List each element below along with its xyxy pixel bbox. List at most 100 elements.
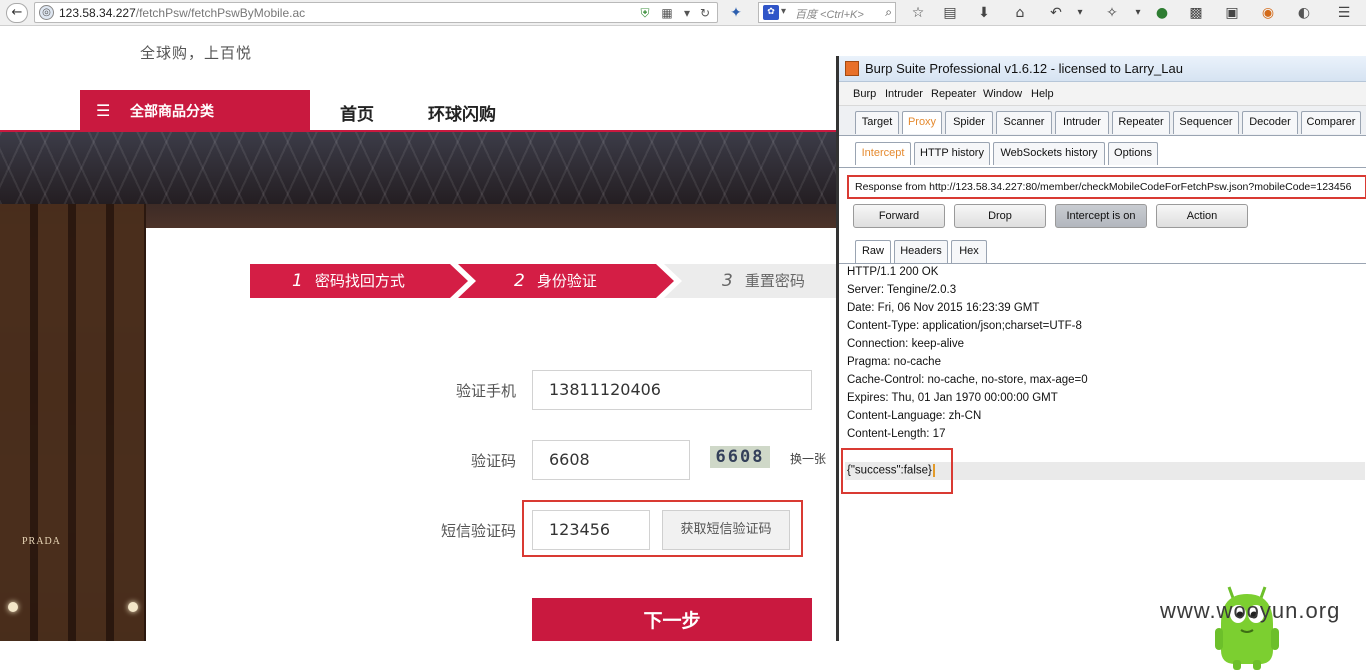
tab-proxy[interactable]: Proxy [902, 111, 942, 134]
tab-decoder[interactable]: Decoder [1242, 111, 1298, 134]
tab-headers[interactable]: Headers [894, 240, 948, 263]
firebug-icon[interactable]: ◉ [1258, 3, 1278, 23]
qr-addon-icon[interactable]: ▩ [1186, 3, 1206, 23]
slogan: 全球购，上百悦 [140, 44, 253, 62]
menu-burp[interactable]: Burp [853, 88, 876, 100]
step-2-label: 身份验证 [536, 272, 597, 290]
tab-raw[interactable]: Raw [855, 240, 891, 263]
paw-icon[interactable]: ✿ [763, 5, 779, 20]
step-3-label: 重置密码 [744, 272, 805, 290]
menu-window[interactable]: Window [983, 88, 1022, 100]
burp-title-bar: Burp Suite Professional v1.6.12 - licens… [839, 56, 1366, 82]
back-arrow-icon[interactable]: ← [6, 3, 28, 23]
burp-window-title: Burp Suite Professional v1.6.12 - licens… [865, 61, 1183, 76]
response-line: HTTP/1.1 200 OK [847, 266, 939, 278]
category-menu-button[interactable]: ☰ 全部商品分类 [80, 90, 310, 130]
screen-icon[interactable]: ▣ [1222, 3, 1242, 23]
dropdown-arrow-icon[interactable]: ▾ [1070, 3, 1090, 23]
puzzle-icon[interactable]: ✧ [1102, 3, 1122, 23]
next-step-button[interactable]: 下一步 [532, 598, 812, 641]
dropdown-arrow-icon[interactable]: ▾ [679, 5, 695, 21]
response-source-url: Response from http://123.58.34.227:80/me… [847, 175, 1366, 199]
response-line: Content-Language: zh-CN [847, 410, 982, 422]
nav-flash-sale-link[interactable]: 环球闪购 [428, 100, 496, 125]
home-icon[interactable]: ⌂ [1010, 3, 1030, 23]
phone-label: 验证手机 [455, 382, 516, 400]
tab-spider[interactable]: Spider [945, 111, 993, 134]
tab-hex[interactable]: Hex [951, 240, 987, 263]
watermark: www.wooyun.org [1160, 598, 1341, 623]
response-line: Connection: keep-alive [847, 338, 964, 350]
tab-websockets-history[interactable]: WebSockets history [993, 142, 1105, 165]
download-icon[interactable]: ⬇ [974, 3, 994, 23]
burp-logo-icon [845, 61, 859, 76]
drop-button[interactable]: Drop [954, 204, 1046, 228]
captcha-refresh-link[interactable]: 换一张 [790, 450, 826, 467]
response-line: Content-Length: 17 [847, 428, 946, 440]
bird-icon[interactable]: ✦ [726, 3, 746, 23]
burp-suite-window: Burp Suite Professional v1.6.12 - licens… [836, 56, 1366, 670]
address-bar[interactable]: ◎ 123.58.34.227/fetchPsw/fetchPswByMobil… [34, 2, 718, 23]
store-sign: PRADA [22, 536, 61, 547]
tab-http-history[interactable]: HTTP history [914, 142, 990, 165]
step-1-label: 密码找回方式 [314, 272, 405, 290]
tab-comparer[interactable]: Comparer [1301, 111, 1361, 134]
tab-intercept[interactable]: Intercept [855, 142, 911, 165]
step-2-number: 2 [514, 271, 525, 291]
browser-toolbar: ← ◎ 123.58.34.227/fetchPsw/fetchPswByMob… [0, 0, 1366, 26]
reload-icon[interactable]: ↻ [697, 5, 713, 21]
sms-code-label: 短信验证码 [440, 522, 516, 540]
tab-scanner[interactable]: Scanner [996, 111, 1052, 134]
step-1: 1 密码找回方式 [250, 264, 468, 298]
captcha-image[interactable]: 6608 [710, 446, 770, 468]
globe-icon: ◎ [39, 5, 54, 20]
burp-menubar: Burp Intruder Repeater Window Help [839, 82, 1366, 106]
tab-options[interactable]: Options [1108, 142, 1158, 165]
tab-target[interactable]: Target [855, 111, 899, 134]
tab-repeater[interactable]: Repeater [1112, 111, 1170, 134]
step-1-number: 1 [292, 271, 303, 291]
password-reset-form: 1 密码找回方式 2 身份验证 3 重置密码 验证手机 13811120406 验证码… [146, 228, 836, 641]
clipboard-icon[interactable]: ▤ [940, 3, 960, 23]
tab-intruder[interactable]: Intruder [1055, 111, 1109, 134]
search-box[interactable]: ✿ ▾ 百度 <Ctrl+K> ⌕ [758, 2, 896, 23]
action-button[interactable]: Action [1156, 204, 1248, 228]
search-icon[interactable]: ⌕ [885, 5, 892, 20]
shield-icon[interactable]: ⛨ [637, 5, 653, 21]
search-input[interactable]: 百度 <Ctrl+K> [795, 6, 864, 22]
red-highlight-box [522, 500, 803, 557]
message-view-tabs: Raw Headers Hex [839, 236, 1366, 264]
url-text: 123.58.34.227/fetchPsw/fetchPswByMobile.… [59, 6, 306, 20]
response-line: Server: Tengine/2.0.3 [847, 284, 957, 296]
forward-button[interactable]: Forward [853, 204, 945, 228]
engine-dropdown-icon[interactable]: ▾ [781, 6, 786, 17]
step-3: 3 重置密码 [664, 264, 836, 298]
star-icon[interactable]: ☆ [908, 3, 928, 23]
red-highlight-box [841, 448, 953, 494]
captcha-field[interactable]: 6608 [532, 440, 690, 480]
response-line: Pragma: no-cache [847, 356, 941, 368]
web-page: 全球购，上百悦 ☰ 全部商品分类 首页 环球闪购 PRADA 1 密码找回方式 2… [0, 26, 836, 641]
category-menu-label: 全部商品分类 [130, 104, 214, 120]
step-2: 2 身份验证 [458, 264, 674, 298]
response-editor[interactable]: HTTP/1.1 200 OK Server: Tengine/2.0.3 Da… [841, 266, 1365, 670]
menu-repeater[interactable]: Repeater [931, 88, 976, 100]
response-line: Date: Fri, 06 Nov 2015 16:23:39 GMT [847, 302, 1040, 314]
dropdown-arrow-icon[interactable]: ▾ [1128, 3, 1148, 23]
undo-icon[interactable]: ↶ [1046, 3, 1066, 23]
hamburger-icon: ☰ [96, 101, 111, 120]
menu-icon[interactable]: ☰ [1334, 3, 1354, 23]
response-line: Cache-Control: no-cache, no-store, max-a… [847, 374, 1088, 386]
menu-intruder[interactable]: Intruder [885, 88, 923, 100]
addon-globe-icon[interactable]: ● [1152, 3, 1172, 23]
phone-field[interactable]: 13811120406 [532, 370, 812, 410]
intercept-toggle-button[interactable]: Intercept is on [1055, 204, 1147, 228]
lamp-icon [128, 602, 138, 612]
menu-help[interactable]: Help [1031, 88, 1054, 100]
tab-sequencer[interactable]: Sequencer [1173, 111, 1239, 134]
gallery-arches [0, 204, 146, 641]
lamp-icon [8, 602, 18, 612]
user-icon[interactable]: ◐ [1294, 3, 1314, 23]
nav-home-link[interactable]: 首页 [340, 100, 374, 125]
qr-code-icon[interactable]: ▦ [659, 5, 675, 21]
